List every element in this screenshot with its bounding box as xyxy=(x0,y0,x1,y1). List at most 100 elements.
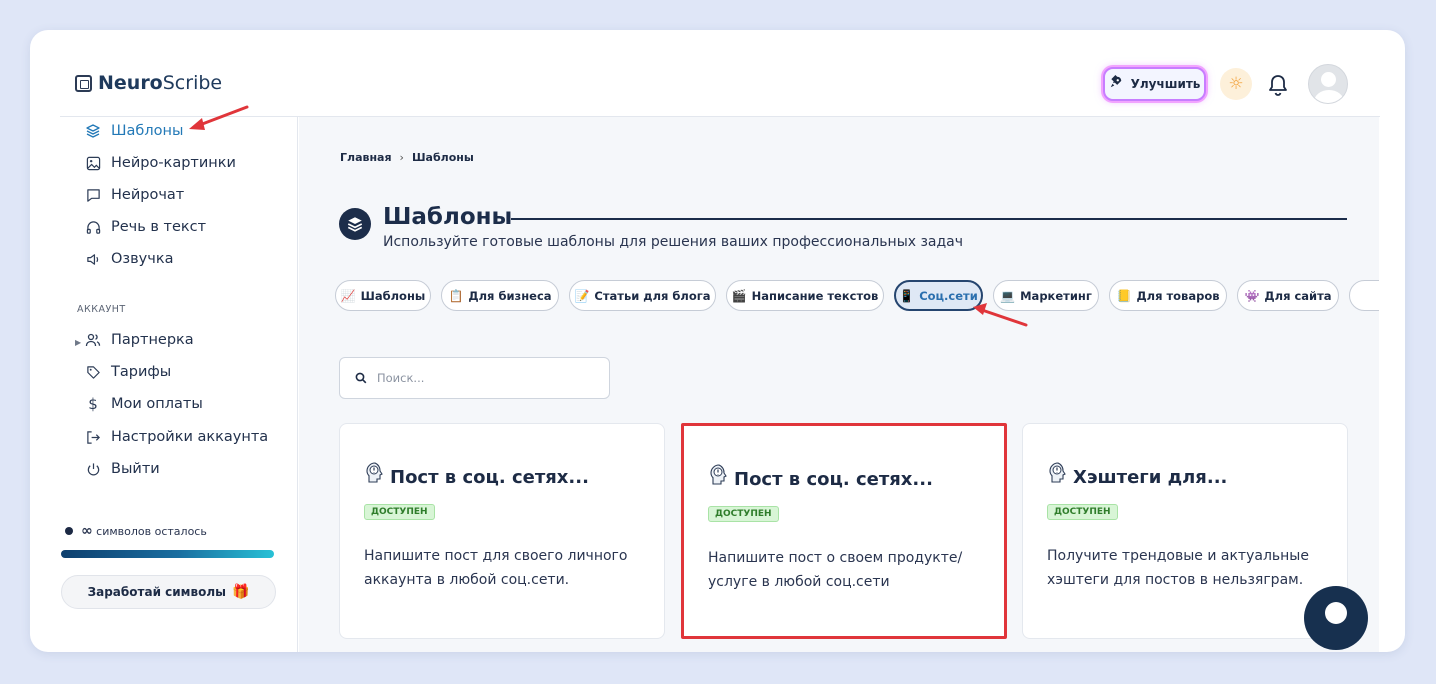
card-description: Напишите пост о своем продукте/ услуге в… xyxy=(708,550,963,590)
status-badge: ДОСТУПЕН xyxy=(364,504,435,520)
sidebar-item-voiceover[interactable]: Озвучка xyxy=(85,251,173,267)
clipboard-icon: 📋 xyxy=(448,288,464,303)
layers-icon xyxy=(339,208,371,240)
ledger-icon: 📒 xyxy=(1116,288,1132,303)
gift-icon: 🎁 xyxy=(231,584,250,600)
earn-symbols-button[interactable]: Заработай символы 🎁 xyxy=(61,575,276,609)
card-title: Пост в соц. сетях... xyxy=(734,469,933,490)
card-title: Хэштеги для... xyxy=(1073,467,1228,488)
title-divider xyxy=(511,218,1347,220)
bell-icon xyxy=(1269,75,1287,96)
upgrade-label: Улучшить xyxy=(1130,77,1201,91)
card-title: Пост в соц. сетях... xyxy=(390,467,589,488)
chip-label: Написание текстов xyxy=(751,288,879,303)
sidebar-item-tariffs[interactable]: Тарифы xyxy=(85,364,171,380)
avatar[interactable] xyxy=(1308,64,1348,104)
dollar-icon: $ xyxy=(88,395,98,413)
image-icon xyxy=(85,155,101,171)
main-content: Главная › Шаблоны Шаблоны Используйте го… xyxy=(299,117,1379,652)
logo[interactable]: NeuroScribe xyxy=(75,72,222,94)
breadcrumb-home[interactable]: Главная xyxy=(340,151,392,164)
head-icon xyxy=(1047,461,1067,485)
sidebar-item-templates[interactable]: Шаблоны xyxy=(85,123,183,139)
chip-more[interactable] xyxy=(1349,280,1379,311)
breadcrumb-separator: › xyxy=(399,151,404,164)
card-description: Получите трендовые и актуальные хэштеги … xyxy=(1047,548,1309,588)
sidebar-item-label: Нейро-картинки xyxy=(111,155,236,171)
account-section-label: АККАУНТ xyxy=(77,304,126,315)
sidebar-item-label: Выйти xyxy=(111,461,160,477)
sidebar-item-label: Тарифы xyxy=(111,364,172,380)
chars-progress-bar xyxy=(61,550,274,558)
caret-right-icon[interactable]: ▶ xyxy=(75,338,81,347)
earn-symbols-label: Заработай символы xyxy=(87,585,226,599)
sidebar-item-logout[interactable]: Выйти xyxy=(85,461,160,477)
sidebar-item-partner[interactable]: Партнерка xyxy=(85,332,194,348)
sidebar-item-neuro-images[interactable]: Нейро-картинки xyxy=(85,155,236,171)
notifications-button[interactable] xyxy=(1267,73,1289,97)
chart-icon: 📈 xyxy=(340,288,356,303)
chip-label: Для товаров xyxy=(1136,288,1220,303)
head-icon xyxy=(364,461,384,485)
login-icon xyxy=(85,429,101,445)
headphones-icon xyxy=(85,219,101,235)
template-card-highlighted[interactable]: Пост в соц. сетях... ДОСТУПЕН Напишите п… xyxy=(681,423,1007,639)
memo-icon: 📝 xyxy=(574,288,590,303)
category-chips: 📈 Шаблоны 📋 Для бизнеса 📝 Статьи для бло… xyxy=(335,280,1379,312)
sidebar-item-label: Речь в текст xyxy=(111,219,207,235)
rocket-icon xyxy=(1109,75,1123,93)
chip-products[interactable]: 📒 Для товаров xyxy=(1109,280,1227,311)
alien-icon: 👾 xyxy=(1244,288,1260,303)
upgrade-button[interactable]: Улучшить xyxy=(1103,67,1206,101)
sidebar-item-neurochat[interactable]: Нейрочат xyxy=(85,187,184,203)
status-badge: ДОСТУПЕН xyxy=(708,506,779,522)
chip-website[interactable]: 👾 Для сайта xyxy=(1237,280,1339,311)
sidebar-item-label: Мои оплаты xyxy=(111,396,203,412)
chip-label: Соц.сети xyxy=(919,288,978,303)
layers-icon xyxy=(85,123,101,139)
annotation-arrow-sidebar xyxy=(189,105,249,130)
status-dot xyxy=(65,527,73,535)
logo-text: NeuroScribe xyxy=(98,72,223,94)
sidebar-item-label: Озвучка xyxy=(111,251,174,267)
template-card[interactable]: Хэштеги для... ДОСТУПЕН Получите трендов… xyxy=(1022,423,1348,639)
chars-remaining: ∞ символов осталось xyxy=(65,523,207,539)
sidebar-item-payments[interactable]: $ Мои оплаты xyxy=(85,395,203,413)
sidebar-item-label: Партнерка xyxy=(111,332,194,348)
chat-icon xyxy=(85,187,101,203)
page-title: Шаблоны xyxy=(383,204,513,230)
chip-blog-articles[interactable]: 📝 Статьи для блога xyxy=(569,280,716,311)
page-subtitle: Используйте готовые шаблоны для решения … xyxy=(383,234,964,250)
chat-widget-button[interactable] xyxy=(1304,586,1368,650)
card-header: Хэштеги для... xyxy=(1047,457,1227,488)
sidebar-item-label: Настройки аккаунта xyxy=(111,429,269,445)
power-icon xyxy=(85,461,101,477)
template-card[interactable]: Пост в соц. сетях... ДОСТУПЕН Напишите п… xyxy=(339,423,665,639)
theme-toggle-button[interactable]: ☼ xyxy=(1220,68,1252,100)
card-header: Пост в соц. сетях... xyxy=(364,457,589,488)
card-description: Напишите пост для своего личного аккаунт… xyxy=(364,548,628,588)
speaker-icon xyxy=(85,251,101,267)
chip-label: Маркетинг xyxy=(1020,288,1092,303)
infinity-symbol: ∞ xyxy=(81,523,93,539)
sidebar-item-label: Шаблоны xyxy=(111,123,184,139)
search-input[interactable] xyxy=(377,371,597,385)
phone-icon: 📱 xyxy=(899,288,915,303)
chars-remaining-label: символов осталось xyxy=(96,525,207,538)
breadcrumb: Главная › Шаблоны xyxy=(340,151,474,164)
chip-label: Шаблоны xyxy=(360,288,426,303)
sidebar-item-account-settings[interactable]: Настройки аккаунта xyxy=(85,429,268,445)
head-icon xyxy=(708,463,728,487)
search-box[interactable] xyxy=(339,357,610,399)
chip-writing-texts[interactable]: 🎬 Написание текстов xyxy=(726,280,884,311)
chars-progress-fill xyxy=(61,550,274,558)
chip-business[interactable]: 📋 Для бизнеса xyxy=(441,280,559,311)
clapper-icon: 🎬 xyxy=(731,288,747,303)
card-header: Пост в соц. сетях... xyxy=(708,459,933,490)
tag-icon xyxy=(85,364,101,380)
sidebar-item-speech-to-text[interactable]: Речь в текст xyxy=(85,219,206,235)
chip-label: Для бизнеса xyxy=(468,288,552,303)
chip-label: Статьи для блога xyxy=(594,288,711,303)
chip-templates[interactable]: 📈 Шаблоны xyxy=(335,280,431,311)
sidebar: Шаблоны Нейро-картинки Нейрочат Речь в т… xyxy=(60,117,298,652)
